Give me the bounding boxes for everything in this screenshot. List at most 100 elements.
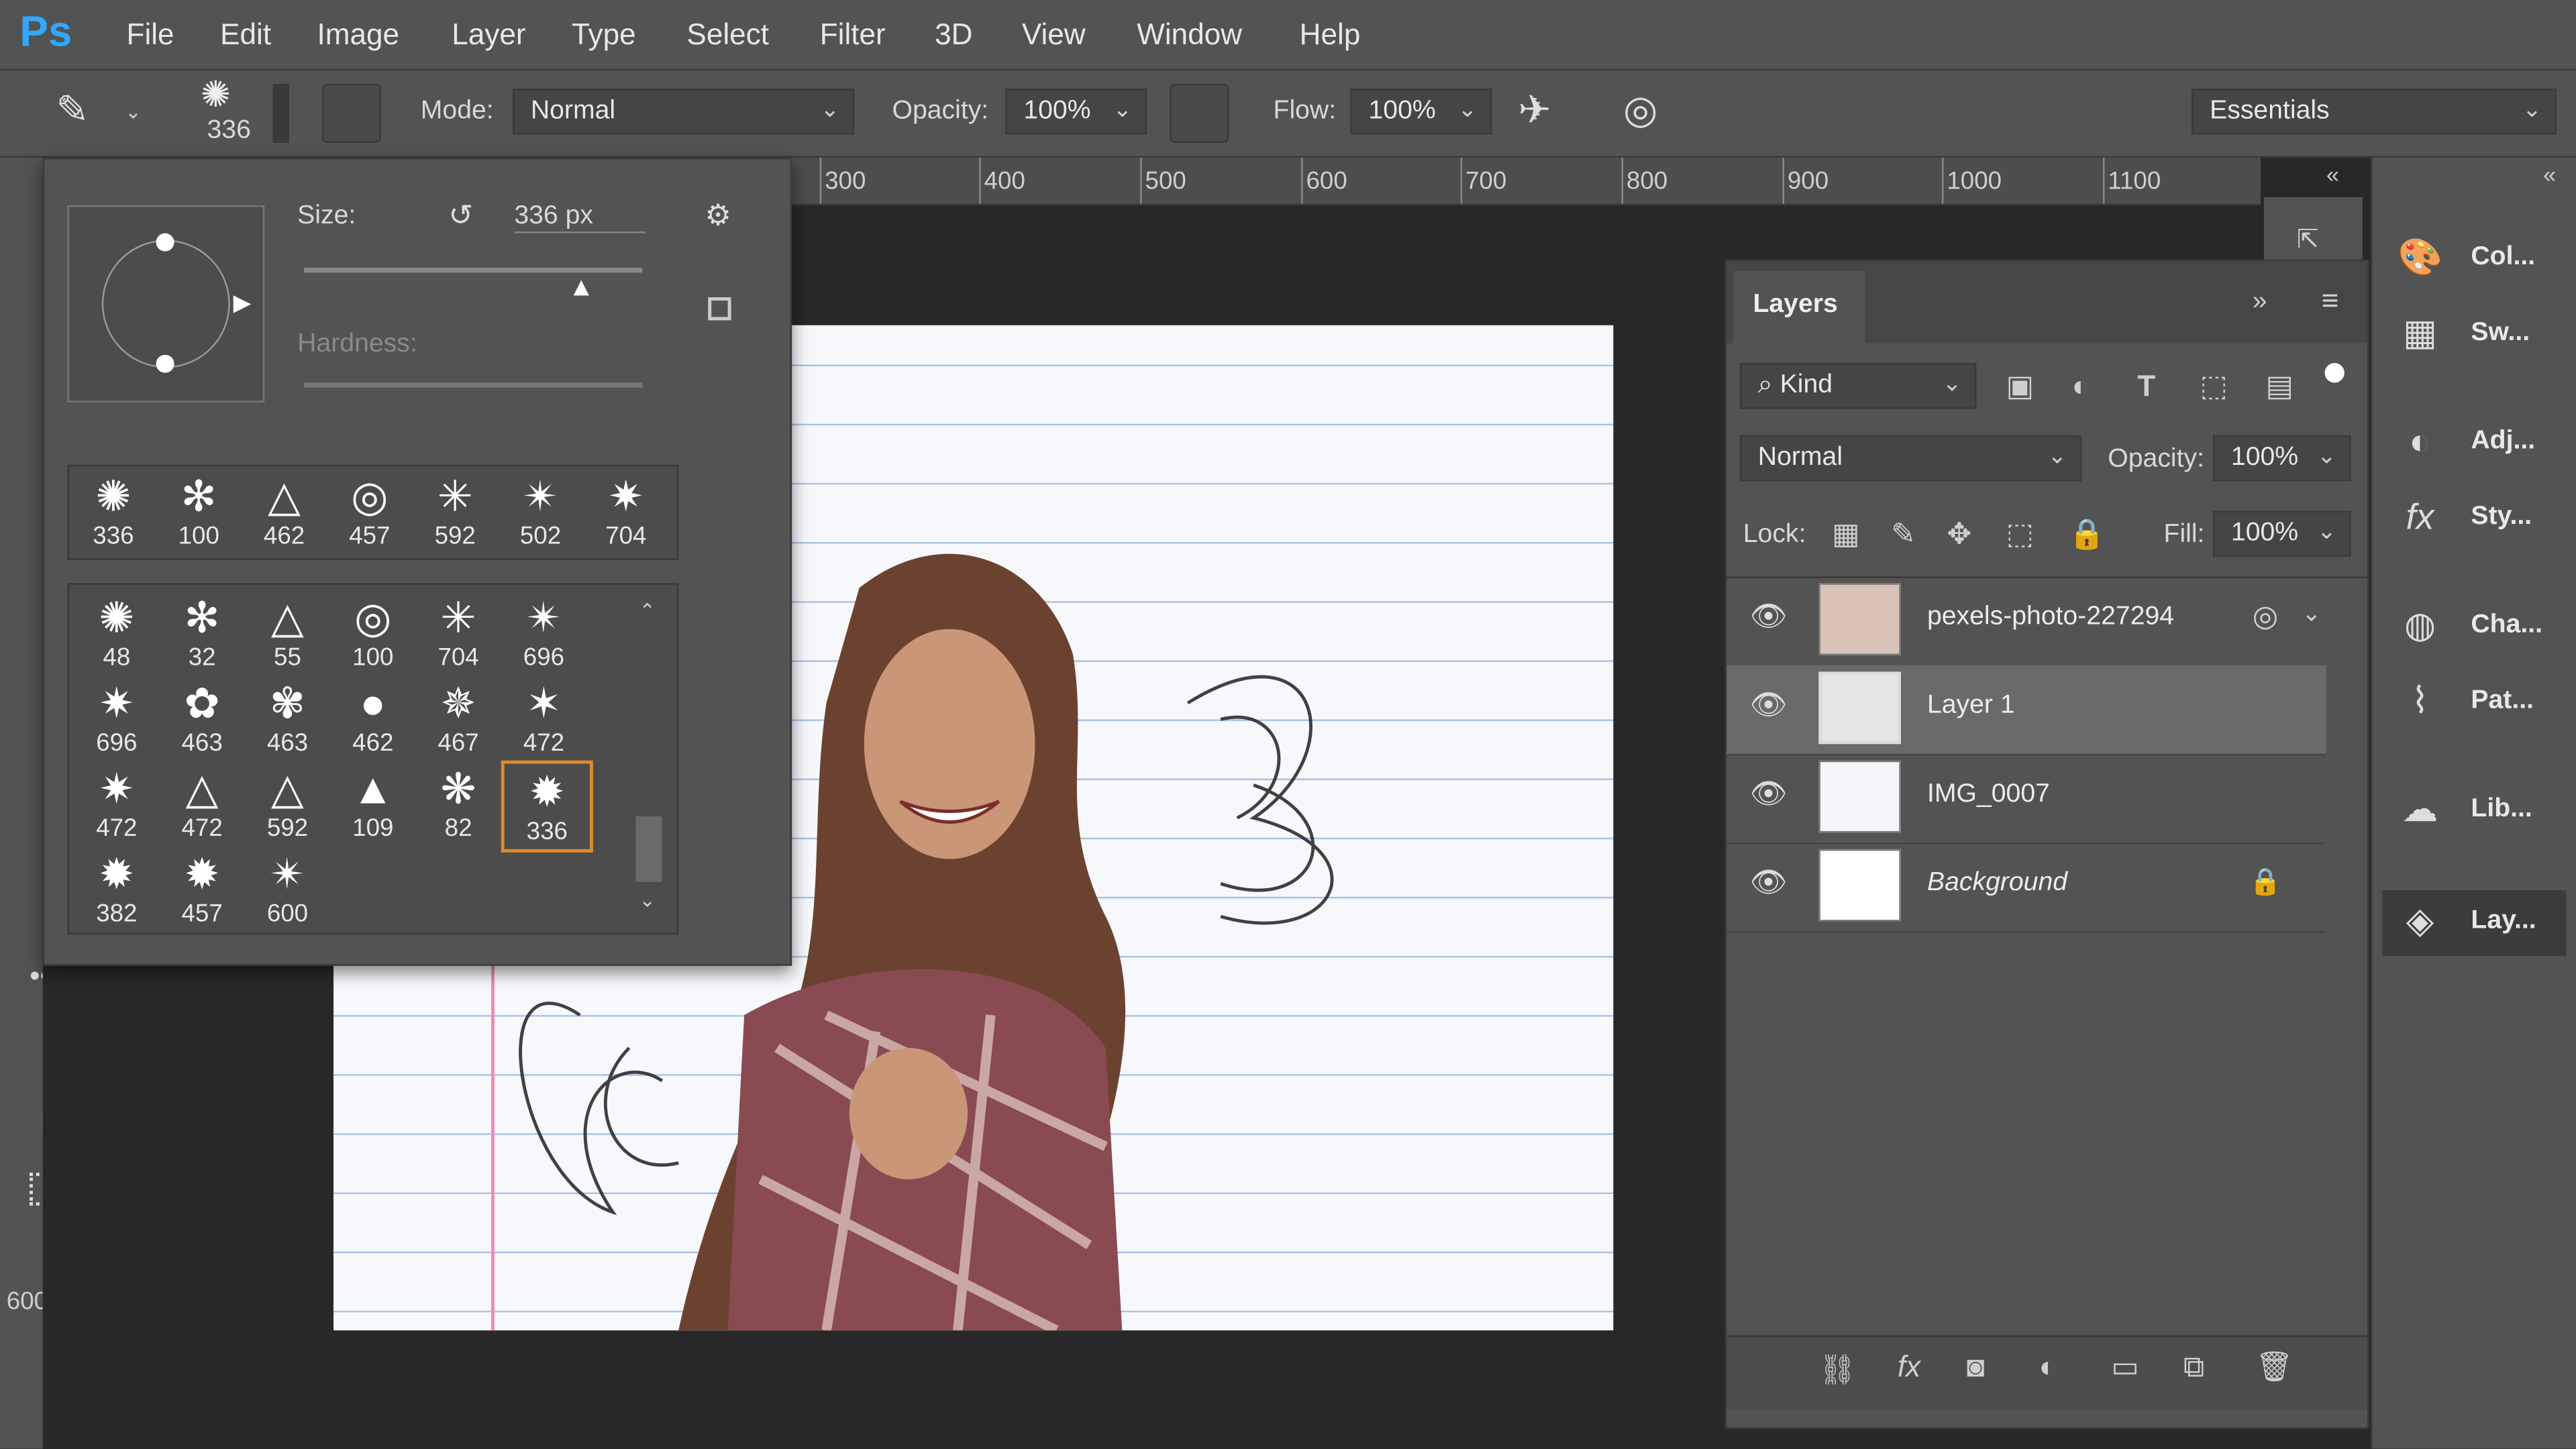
filter-toggle-icon[interactable] bbox=[2324, 363, 2345, 383]
visibility-eye-icon[interactable]: 👁 bbox=[1750, 688, 1788, 722]
brush-angle-preview[interactable]: ▶ bbox=[67, 205, 265, 402]
dock-swatches[interactable]: ▦ Sw... bbox=[2382, 303, 2566, 368]
dock-channels[interactable]: ◍ Cha... bbox=[2382, 594, 2566, 660]
brush-picker-toggle[interactable] bbox=[272, 83, 289, 144]
panel-menu-icon[interactable]: ≡ bbox=[2322, 284, 2339, 319]
dock-paths[interactable]: ⌇ Pat... bbox=[2382, 670, 2566, 736]
layer-row-img0007[interactable]: 👁 IMG_0007 bbox=[1727, 754, 2326, 845]
fx-icon[interactable]: fx bbox=[1898, 1350, 1920, 1385]
size-slider[interactable]: ▲ bbox=[303, 268, 643, 303]
layer-name[interactable]: Background bbox=[1927, 869, 2067, 898]
flow-field[interactable]: 100% ⌄ bbox=[1350, 89, 1492, 135]
brush-preset-15[interactable]: ▲ 109 bbox=[330, 761, 415, 846]
dock-styles[interactable]: fx Sty... bbox=[2382, 486, 2566, 552]
pressure-size-icon[interactable]: ◎ bbox=[1623, 87, 1657, 135]
pressure-opacity-icon[interactable] bbox=[1170, 83, 1229, 144]
brush-preset-20[interactable]: ✴ 600 bbox=[245, 846, 330, 931]
brush-preset-9[interactable]: ● 462 bbox=[330, 675, 415, 760]
panel-arrange-icon[interactable]: ⇱ bbox=[2297, 223, 2319, 256]
lock-artboard-icon[interactable]: ⬚ bbox=[2006, 517, 2034, 551]
menu-window[interactable]: Window bbox=[1137, 18, 1242, 52]
link-layers-icon[interactable]: ⛓ bbox=[1818, 1353, 1856, 1387]
lock-all-icon[interactable]: 🔒 bbox=[2069, 517, 2106, 551]
visibility-eye-icon[interactable]: 👁 bbox=[1750, 865, 1788, 900]
menu-layer[interactable]: Layer bbox=[452, 18, 525, 52]
size-input[interactable]: 336 px bbox=[514, 202, 646, 233]
visibility-eye-icon[interactable]: 👁 bbox=[1750, 600, 1788, 634]
layer-row-pexels[interactable]: 👁 pexels-photo-227294 ◎ ⌄ bbox=[1727, 576, 2326, 667]
menu-filter[interactable]: Filter bbox=[820, 18, 886, 52]
recent-brush-2[interactable]: △ 462 bbox=[242, 468, 327, 553]
new-preset-icon[interactable] bbox=[708, 297, 731, 321]
menu-type[interactable]: Type bbox=[572, 18, 636, 52]
brush-preset-6[interactable]: ✷ 696 bbox=[74, 675, 159, 760]
size-slider-thumb[interactable]: ▲ bbox=[568, 274, 595, 304]
collapse-dock-icon[interactable]: « bbox=[2543, 161, 2556, 187]
lock-transparent-icon[interactable]: ▦ bbox=[1832, 517, 1860, 551]
dock-libraries[interactable]: ☁ Lib... bbox=[2382, 779, 2566, 845]
reset-size-icon[interactable]: ↺ bbox=[448, 199, 473, 233]
menu-image[interactable]: Image bbox=[317, 18, 399, 52]
dock-color[interactable]: 🎨 Col... bbox=[2382, 227, 2566, 292]
collapse-panel-icon[interactable]: » bbox=[2253, 287, 2267, 317]
opacity-field[interactable]: 100% ⌄ bbox=[1005, 89, 1147, 135]
filter-smart-object-icon[interactable]: ▤ bbox=[2265, 370, 2294, 404]
brush-preset-11[interactable]: ✶ 472 bbox=[501, 675, 586, 760]
menu-file[interactable]: File bbox=[127, 18, 174, 52]
menu-view[interactable]: View bbox=[1022, 18, 1086, 52]
new-adjustment-icon[interactable]: ◐ bbox=[2039, 1350, 2057, 1385]
brush-panel-toggle-icon[interactable] bbox=[321, 83, 382, 144]
brush-preset-19[interactable]: ✹ 457 bbox=[159, 846, 244, 931]
recent-brush-3[interactable]: ◎ 457 bbox=[327, 468, 412, 553]
brush-preset-0[interactable]: ✺ 48 bbox=[74, 590, 159, 675]
lock-position-icon[interactable]: ✥ bbox=[1947, 517, 1971, 551]
menu-help[interactable]: Help bbox=[1300, 18, 1361, 52]
airbrush-icon[interactable]: ✈ bbox=[1518, 87, 1551, 135]
workspace-select[interactable]: Essentials ⌄ bbox=[2192, 89, 2557, 135]
brush-preset-7[interactable]: ✿ 463 bbox=[159, 675, 244, 760]
dock-layers[interactable]: ◈ Lay... bbox=[2382, 890, 2567, 956]
brush-preset-18[interactable]: ✹ 382 bbox=[74, 846, 159, 931]
layer-row-background[interactable]: 👁 Background 🔒 bbox=[1727, 843, 2326, 933]
brush-preset-3[interactable]: ◎ 100 bbox=[330, 590, 415, 675]
collapse-panels-icon[interactable]: « bbox=[2326, 161, 2339, 187]
filter-adjustment-icon[interactable]: ◐ bbox=[2071, 370, 2090, 404]
menu-edit[interactable]: Edit bbox=[220, 18, 271, 52]
brush-preset-17[interactable]: ✹ 336 bbox=[501, 760, 593, 853]
brush-preset-13[interactable]: △ 472 bbox=[159, 761, 244, 846]
gear-icon[interactable]: ⚙ bbox=[705, 199, 731, 233]
recent-brush-4[interactable]: ✳ 592 bbox=[413, 468, 498, 553]
brush-preset-8[interactable]: ✾ 463 bbox=[245, 675, 330, 760]
brush-preset-16[interactable]: ❋ 82 bbox=[415, 761, 501, 846]
recent-brush-0[interactable]: ✺ 336 bbox=[70, 468, 156, 553]
menu-select[interactable]: Select bbox=[686, 18, 768, 52]
filter-pixel-icon[interactable]: ▣ bbox=[2006, 370, 2034, 404]
presets-scrollbar[interactable] bbox=[635, 816, 662, 882]
brush-preset-4[interactable]: ✳ 704 bbox=[415, 590, 501, 675]
dock-adjustments[interactable]: ◐ Adj... bbox=[2382, 411, 2566, 476]
layer-name[interactable]: Layer 1 bbox=[1927, 692, 2015, 721]
scroll-up-icon[interactable]: ⌃ bbox=[639, 600, 656, 623]
smart-filter-icon[interactable]: ◎ bbox=[2253, 600, 2278, 634]
mode-select[interactable]: Normal ⌄ bbox=[512, 89, 855, 135]
brush-preset-1[interactable]: ✻ 32 bbox=[159, 590, 244, 675]
delete-layer-icon[interactable]: 🗑 bbox=[2256, 1350, 2294, 1385]
brush-preset-14[interactable]: △ 592 bbox=[245, 761, 330, 846]
visibility-eye-icon[interactable]: 👁 bbox=[1750, 777, 1788, 811]
filter-type-icon[interactable]: T bbox=[2137, 370, 2155, 404]
brush-preset-5[interactable]: ✴ 696 bbox=[501, 590, 586, 675]
recent-brush-1[interactable]: ✻ 100 bbox=[156, 468, 242, 553]
layer-row-layer1[interactable]: 👁 Layer 1 bbox=[1727, 665, 2326, 756]
brush-size-readout[interactable]: 336 bbox=[207, 117, 250, 146]
filter-shape-icon[interactable]: ⬚ bbox=[2200, 370, 2228, 404]
lock-image-icon[interactable]: ✎ bbox=[1891, 517, 1916, 551]
new-group-icon[interactable]: ▭ bbox=[2111, 1350, 2139, 1385]
recent-brush-5[interactable]: ✴ 502 bbox=[498, 468, 583, 553]
scroll-down-icon[interactable]: ⌄ bbox=[639, 889, 656, 912]
menu-3d[interactable]: 3D bbox=[935, 18, 972, 52]
add-mask-icon[interactable]: ◙ bbox=[1967, 1350, 1985, 1385]
new-layer-icon[interactable]: ⧉ bbox=[2183, 1350, 2204, 1385]
brush-preset-12[interactable]: ✷ 472 bbox=[74, 761, 159, 846]
tool-preset-chevron-icon[interactable]: ⌄ bbox=[125, 100, 142, 123]
layer-name[interactable]: pexels-photo-227294 bbox=[1927, 603, 2174, 633]
